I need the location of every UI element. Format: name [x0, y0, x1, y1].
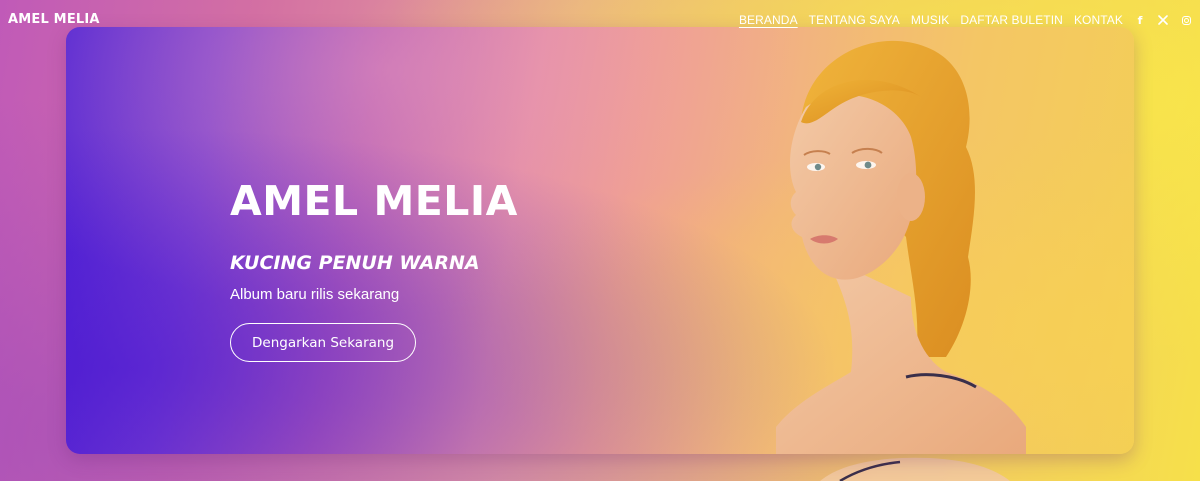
x-icon[interactable]: [1157, 14, 1169, 26]
nav-item-beranda[interactable]: BERANDA: [739, 13, 798, 27]
nav-item-tentang-saya[interactable]: TENTANG SAYA: [809, 13, 900, 27]
top-navigation: AMEL MELIA BERANDA TENTANG SAYA MUSIK DA…: [0, 0, 1200, 42]
instagram-icon[interactable]: [1180, 14, 1192, 26]
nav-item-kontak[interactable]: KONTAK: [1074, 13, 1123, 27]
listen-now-button[interactable]: Dengarkan Sekarang: [230, 323, 417, 362]
singer-portrait: [776, 40, 1026, 454]
album-description: Album baru rilis sekarang: [230, 286, 400, 303]
site-logo[interactable]: AMEL MELIA: [8, 12, 100, 27]
hero-content: AMEL MELIA KUCING PENUH WARNA Album baru…: [230, 177, 518, 362]
album-title: KUCING PENUH WARNA: [230, 252, 480, 274]
portrait-shoulder-peek: [820, 457, 1010, 481]
nav-item-daftar-buletin[interactable]: DAFTAR BULETIN: [960, 13, 1063, 27]
nav-item-musik[interactable]: MUSIK: [911, 13, 950, 27]
hero-banner: AMEL MELIA KUCING PENUH WARNA Album baru…: [66, 27, 1134, 454]
facebook-icon[interactable]: f: [1134, 14, 1146, 27]
main-nav: BERANDA TENTANG SAYA MUSIK DAFTAR BULETI…: [739, 13, 1192, 27]
hero-title: AMEL MELIA: [230, 177, 518, 225]
